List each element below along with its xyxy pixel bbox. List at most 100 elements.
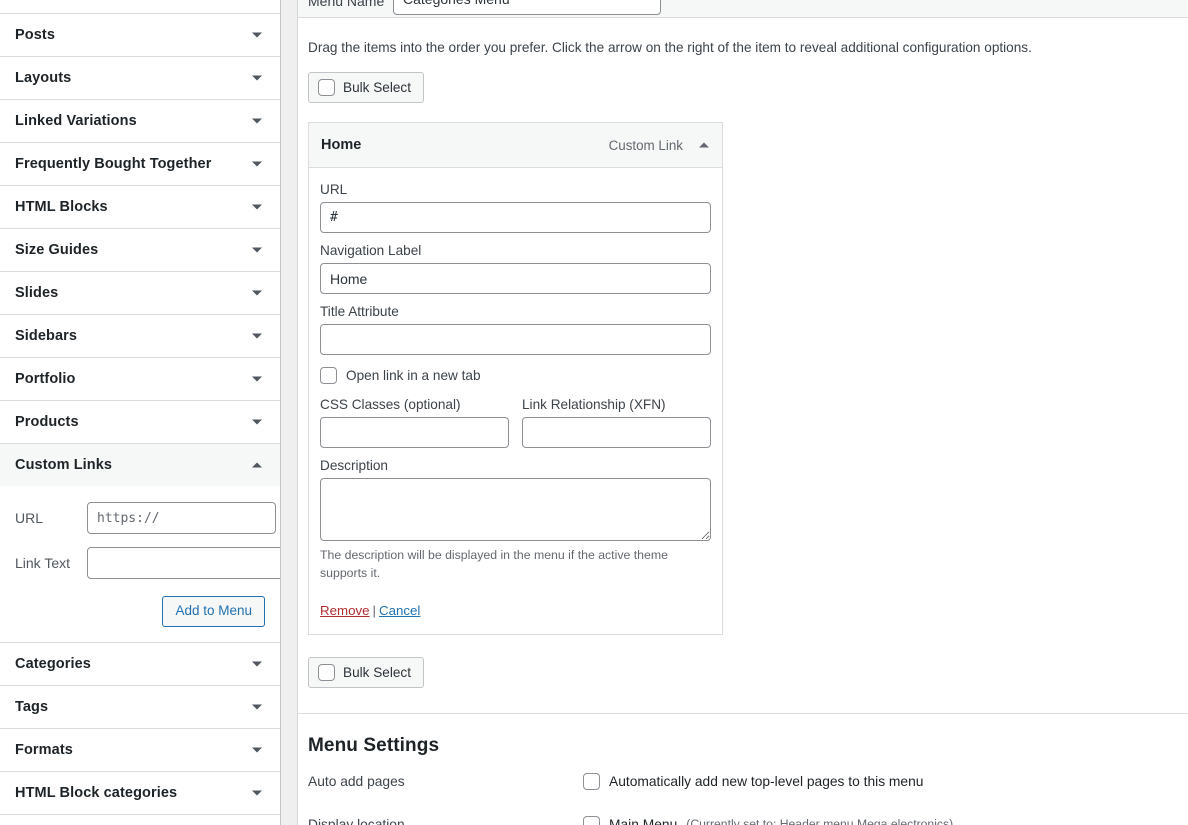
bulk-select-label-bottom: Bulk Select [343, 664, 412, 680]
chevron-down-icon[interactable] [250, 243, 264, 257]
menu-item-xfn-label: Link Relationship (XFN) [522, 397, 666, 413]
chevron-down-icon[interactable] [250, 743, 264, 757]
chevron-up-icon[interactable] [250, 458, 264, 472]
chevron-down-icon[interactable] [250, 329, 264, 343]
sidebar-panel-tags[interactable]: Tags [0, 686, 280, 730]
auto-add-pages-label: Auto add pages [308, 773, 405, 789]
display-location-option-label-main-menu[interactable]: Main Menu [609, 817, 677, 825]
chevron-up-icon[interactable] [697, 138, 711, 152]
auto-add-pages-option-label[interactable]: Automatically add new top-level pages to… [609, 774, 923, 789]
new-tab-label[interactable]: Open link in a new tab [346, 368, 481, 383]
chevron-down-icon[interactable] [250, 157, 264, 171]
cancel-menu-item-link[interactable]: Cancel [379, 603, 420, 618]
sidebar-panel-linked-variations[interactable]: Linked Variations [0, 100, 280, 143]
custom-link-url-label: URL [15, 510, 44, 526]
menu-name-input[interactable] [393, 0, 661, 15]
auto-add-pages-row: Auto add pages Automatically add new top… [308, 772, 1176, 800]
menu-item-type: Custom Link [608, 137, 683, 153]
display-location-options: Main Menu (Currently set to: Header menu… [583, 815, 1176, 825]
chevron-down-icon[interactable] [250, 415, 264, 429]
menu-item-url-input[interactable] [320, 202, 711, 234]
sidebar-panel-posts-label: Posts [15, 27, 55, 43]
chevron-down-icon[interactable] [250, 700, 264, 714]
menu-item-xfn-input[interactable] [522, 417, 711, 449]
bulk-select-checkbox-bottom[interactable] [318, 663, 335, 681]
sidebar-panel-linked-variations-header[interactable]: Linked Variations [0, 100, 280, 142]
sidebar-panel-size-guides[interactable]: Size Guides [0, 229, 280, 272]
sidebar-panel-size-guides-header[interactable]: Size Guides [0, 229, 280, 271]
bulk-select-button-top[interactable]: Bulk Select [308, 72, 425, 104]
bulk-select-button-bottom[interactable]: Bulk Select [308, 656, 425, 688]
sidebar-panel-portfolio[interactable]: Portfolio [0, 358, 280, 401]
bulk-select-checkbox-top[interactable] [318, 79, 335, 97]
sidebar-panel-layouts[interactable]: Layouts [0, 57, 280, 100]
menu-item-description-textarea[interactable] [320, 478, 711, 542]
display-location-option-main-menu: Main Menu (Currently set to: Header menu… [583, 815, 1176, 825]
display-location-checkbox-main-menu[interactable] [583, 815, 600, 825]
chevron-down-icon[interactable] [250, 71, 264, 85]
chevron-down-icon[interactable] [250, 786, 264, 800]
sidebar-panel-html-blocks-label: HTML Blocks [15, 199, 108, 215]
sidebar-panel-categories[interactable]: Categories [0, 643, 280, 687]
layout-gutter [281, 0, 298, 825]
bulk-select-label-top: Bulk Select [343, 80, 412, 96]
sidebar-panel-layouts-label: Layouts [15, 70, 72, 86]
new-tab-checkbox[interactable] [320, 367, 337, 385]
sidebar-panel-custom-links-header[interactable]: Custom Links [0, 444, 280, 486]
sidebar-panel-products[interactable]: Products [0, 401, 280, 444]
sidebar-panel-products-header[interactable]: Products [0, 401, 280, 443]
chevron-down-icon[interactable] [250, 372, 264, 386]
sidebar-panel-slides-header[interactable]: Slides [0, 272, 280, 314]
sidebar-panel-products-label: Products [15, 414, 79, 430]
menu-item-nav-label-field: Navigation Label [320, 243, 711, 295]
sidebar-panel-html-block-categories-header[interactable]: HTML Block categories [0, 772, 280, 815]
menu-item-actions: Remove | Cancel [320, 603, 711, 618]
custom-link-text-input[interactable] [87, 547, 280, 579]
sidebar-panel-posts[interactable]: Posts [0, 14, 280, 57]
sidebar-panel-custom-links[interactable]: Custom Links URL Link Text Add to Menu [0, 444, 280, 644]
sidebar-panel-formats[interactable]: Formats [0, 729, 280, 773]
sidebar-panel-frequently-bought-together-header[interactable]: Frequently Bought Together [0, 143, 280, 185]
menu-item-new-tab-row: Open link in a new tab [320, 367, 711, 385]
menu-item-title-attribute-label: Title Attribute [320, 304, 399, 320]
sidebar-panel-tags-header[interactable]: Tags [0, 686, 280, 729]
menu-item-nav-label-input[interactable] [320, 263, 711, 295]
remove-menu-item-link[interactable]: Remove [320, 603, 370, 618]
menu-item-css-classes-field: CSS Classes (optional) [320, 397, 509, 449]
sidebar-panel-layouts-header[interactable]: Layouts [0, 57, 280, 99]
sidebar-panel-html-blocks-header[interactable]: HTML Blocks [0, 186, 280, 228]
sidebar-panel-html-blocks[interactable]: HTML Blocks [0, 186, 280, 229]
sidebar-panel-html-block-categories[interactable]: HTML Block categories [0, 772, 280, 816]
sidebar-panel-portfolio-header[interactable]: Portfolio [0, 358, 280, 400]
menu-item-description-field: Description The description will be disp… [320, 458, 711, 581]
sidebar-panel-formats-header[interactable]: Formats [0, 729, 280, 772]
sidebar-panel-slides-label: Slides [15, 285, 59, 301]
sidebar-panel-categories-header[interactable]: Categories [0, 643, 280, 686]
drag-instructions: Drag the items into the order you prefer… [308, 40, 1032, 55]
display-location-note-main-menu: (Currently set to: Header menu Mega elec… [686, 817, 954, 825]
sidebar-panel-tags-label: Tags [15, 699, 49, 716]
display-location-label: Display location [308, 816, 405, 825]
chevron-down-icon[interactable] [250, 114, 264, 128]
menu-item-xfn-field: Link Relationship (XFN) [522, 397, 711, 449]
add-to-menu-button[interactable]: Add to Menu [162, 596, 265, 628]
sidebar-panel-slides[interactable]: Slides [0, 272, 280, 315]
chevron-down-icon[interactable] [250, 28, 264, 42]
custom-link-url-input[interactable] [87, 502, 276, 534]
sidebar-panel-sidebars[interactable]: Sidebars [0, 315, 280, 358]
menu-item-home[interactable]: Home Custom Link URL Navigation Label [308, 122, 723, 635]
menu-item-header[interactable]: Home Custom Link [309, 123, 722, 169]
sidebar-panel-frequently-bought-together[interactable]: Frequently Bought Together [0, 143, 280, 186]
chevron-down-icon[interactable] [250, 200, 264, 214]
menu-item-title-attribute-input[interactable] [320, 324, 711, 356]
action-separator: | [372, 602, 376, 618]
menu-structure-panel: Menu Name Drag the items into the order … [298, 0, 1188, 825]
sidebar-panel-frequently-bought-together-label: Frequently Bought Together [15, 156, 212, 172]
chevron-down-icon[interactable] [250, 286, 264, 300]
auto-add-pages-checkbox[interactable] [583, 772, 600, 790]
chevron-down-icon[interactable] [250, 657, 264, 671]
menu-item-css-classes-input[interactable] [320, 417, 509, 449]
sidebar-panel-posts-header[interactable]: Posts [0, 14, 280, 56]
menu-name-bar: Menu Name [298, 0, 1188, 18]
sidebar-panel-sidebars-header[interactable]: Sidebars [0, 315, 280, 357]
